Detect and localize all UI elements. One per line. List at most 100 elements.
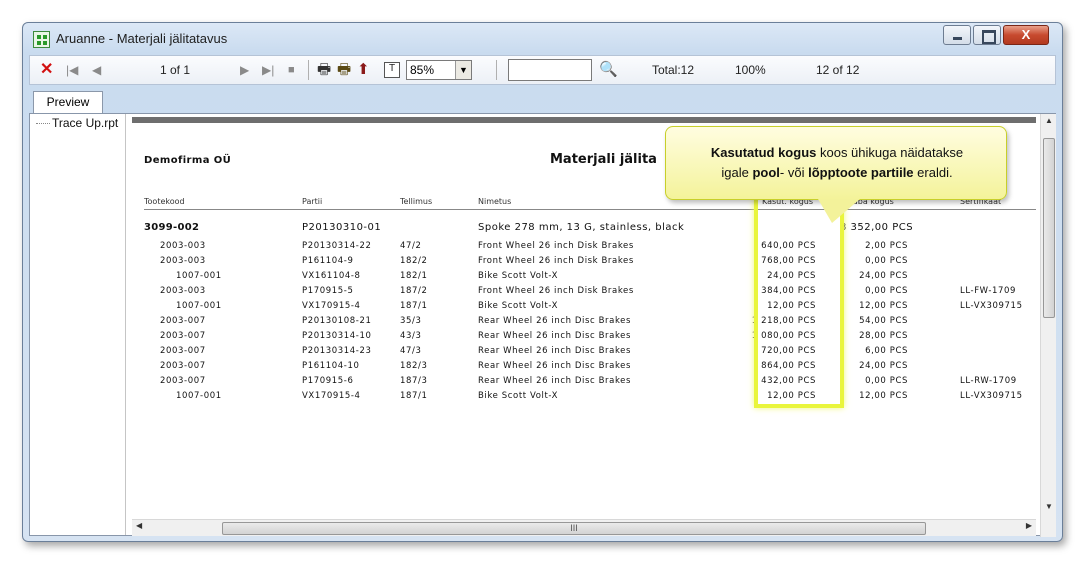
close-report-icon[interactable]: ✕ — [40, 56, 53, 84]
column-header-name: Nimetus — [478, 197, 512, 206]
row-free: 24,00 PCS — [859, 361, 908, 371]
row-free: 0,00 PCS — [865, 286, 908, 296]
row-name: Front Wheel 26 inch Disk Brakes — [478, 256, 634, 266]
horizontal-scrollbar[interactable]: ◀ III ▶ — [132, 519, 1036, 536]
print-setup-icon[interactable]: 🖶 — [337, 56, 351, 84]
row-batch: P20130108-21 — [302, 316, 372, 326]
table-row: 1007-001 VX170915-4 187/1 Bike Scott Volt-X… — [132, 301, 1036, 316]
group-tree-pane: Trace Up.rpt — [30, 114, 126, 535]
row-free: 12,00 PCS — [859, 391, 908, 401]
row-free: 0,00 PCS — [865, 376, 908, 386]
column-header-code: Tootekood — [144, 197, 185, 206]
row-batch: P161104-10 — [302, 361, 360, 371]
row-name: Rear Wheel 26 inch Disc Brakes — [478, 346, 632, 356]
row-order: 182/3 — [400, 361, 428, 371]
scroll-down-icon[interactable]: ▼ — [1041, 502, 1057, 516]
zoom-select[interactable]: 85% ▼ — [406, 60, 472, 80]
report-title: Materjali jälita — [550, 152, 657, 167]
maximize-button[interactable] — [973, 25, 1001, 45]
scroll-left-icon[interactable]: ◀ — [136, 521, 142, 530]
row-code: 2003-003 — [160, 256, 206, 266]
row-name: Rear Wheel 26 inch Disc Brakes — [478, 376, 632, 386]
report-top-rule — [132, 117, 1036, 123]
close-icon: X — [1021, 27, 1031, 42]
row-order: 187/1 — [400, 391, 428, 401]
toolbar-separator — [308, 60, 309, 80]
progress-percent: 100% — [735, 63, 766, 77]
row-cert: LL-RW-1709 — [960, 376, 1017, 386]
callout-text-3: igale — [721, 165, 753, 180]
table-row: 2003-007 P20130108-21 35/3 Rear Wheel 26 in… — [132, 316, 1036, 331]
row-name: Bike Scott Volt-X — [478, 271, 559, 281]
header-rule — [144, 209, 1036, 210]
column-header-batch: Partii — [302, 197, 323, 206]
callout-text: Kasutatud kogus koos ühikuga näidatakse i… — [676, 143, 998, 183]
previous-page-icon[interactable]: ◀ — [92, 56, 101, 84]
app-icon — [33, 31, 50, 48]
callout-bold-6: lõpptoote partiile — [808, 165, 914, 180]
table-row: 2003-007 P20130314-10 43/3 Rear Wheel 26 in… — [132, 331, 1036, 346]
table-row: 2003-003 P20130314-22 47/2 Front Wheel 26 i… — [132, 241, 1036, 256]
stop-icon[interactable]: ■ — [288, 56, 295, 84]
row-batch: P20130314-23 — [302, 346, 372, 356]
table-row: 2003-007 P170915-6 187/3 Rear Wheel 26 inch… — [132, 376, 1036, 391]
row-batch: P161104-9 — [302, 256, 354, 266]
scroll-right-icon[interactable]: ▶ — [1026, 521, 1032, 530]
page-indicator: 1 of 1 — [160, 63, 191, 77]
binoculars-icon[interactable]: 🔍 — [599, 56, 618, 84]
horizontal-scroll-thumb[interactable]: III — [222, 522, 926, 535]
callout-text-5: - või — [779, 165, 809, 180]
table-row: 1007-001 VX161104-8 182/1 Bike Scott Volt-X… — [132, 271, 1036, 286]
tree-item-report[interactable]: Trace Up.rpt — [36, 116, 118, 130]
callout-bold-4: pool — [752, 165, 780, 180]
row-name: Front Wheel 26 inch Disk Brakes — [478, 241, 634, 251]
row-name: Bike Scott Volt-X — [478, 391, 559, 401]
group-batch: P20130310-01 — [302, 222, 382, 233]
chevron-down-icon[interactable]: ▼ — [455, 61, 471, 79]
table-row: 2003-007 P161104-10 182/3 Rear Wheel 26 inc… — [132, 361, 1036, 376]
first-page-icon[interactable]: |◀ — [66, 56, 78, 84]
vertical-scrollbar[interactable]: ▲ ▼ — [1040, 114, 1056, 537]
row-code: 2003-007 — [160, 361, 206, 371]
callout-bold-1: Kasutatud kogus — [710, 145, 817, 160]
group-name: Spoke 278 mm, 13 G, stainless, black — [478, 222, 685, 233]
row-batch: P170915-6 — [302, 376, 354, 386]
close-window-button[interactable]: X — [1003, 25, 1049, 45]
table-row: 1007-001 VX170915-4 187/1 Bike Scott Volt-X… — [132, 391, 1036, 406]
row-code: 2003-007 — [160, 316, 206, 326]
tree-item-label: Trace Up.rpt — [52, 116, 119, 130]
row-free: 0,00 PCS — [865, 256, 908, 266]
callout-text-2: koos ühikuga näidatakse — [816, 145, 964, 160]
tab-preview[interactable]: Preview — [33, 91, 103, 113]
row-cert: LL-VX309715 — [960, 391, 1023, 401]
table-row: 2003-003 P161104-9 182/2 Front Wheel 26 inc… — [132, 256, 1036, 271]
group-tree-toggle-icon[interactable]: T — [384, 62, 400, 78]
scroll-up-icon[interactable]: ▲ — [1041, 116, 1057, 130]
row-cert: LL-VX309715 — [960, 301, 1023, 311]
export-icon[interactable]: ⬆ — [357, 56, 370, 84]
row-code: 2003-007 — [160, 376, 206, 386]
row-code: 2003-007 — [160, 331, 206, 341]
print-icon[interactable]: 🖶 — [317, 56, 331, 84]
callout-text-7: eraldi. — [913, 165, 953, 180]
row-code: 1007-001 — [176, 271, 222, 281]
row-order: 182/2 — [400, 256, 428, 266]
company-name: Demofirma OÜ — [144, 155, 232, 166]
toolbar-separator — [496, 60, 497, 80]
vertical-scroll-thumb[interactable] — [1043, 138, 1055, 318]
minimize-button[interactable] — [943, 25, 971, 45]
last-page-icon[interactable]: ▶| — [262, 56, 274, 84]
row-free: 54,00 PCS — [859, 316, 908, 326]
row-order: 187/1 — [400, 301, 428, 311]
row-batch: VX170915-4 — [302, 301, 361, 311]
row-order: 47/2 — [400, 241, 422, 251]
row-batch: VX161104-8 — [302, 271, 361, 281]
search-input[interactable] — [508, 59, 592, 81]
row-name: Rear Wheel 26 inch Disc Brakes — [478, 361, 632, 371]
row-cert: LL-FW-1709 — [960, 286, 1017, 296]
row-name: Front Wheel 26 inch Disk Brakes — [478, 286, 634, 296]
next-page-icon[interactable]: ▶ — [240, 56, 249, 84]
row-batch: P170915-5 — [302, 286, 354, 296]
window-title: Aruanne - Materjali jälitatavus — [56, 31, 228, 46]
total-records: Total:12 — [652, 63, 695, 77]
